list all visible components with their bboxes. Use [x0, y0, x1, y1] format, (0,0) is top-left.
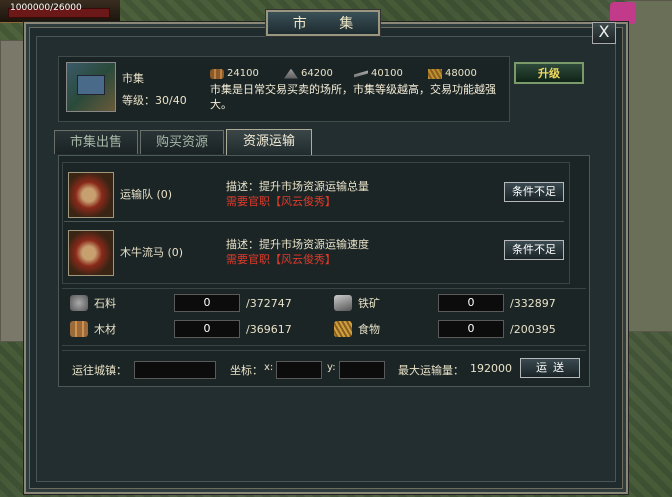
max-transport-value: 192000: [470, 362, 512, 375]
wood-icon: [210, 68, 224, 79]
condition-button[interactable]: 条件不足: [504, 182, 564, 202]
stock-wood: 木材 0 /369617: [70, 319, 292, 339]
destination-city-input[interactable]: [134, 361, 216, 379]
unit-name: 木牛流马 (0): [120, 246, 184, 259]
divider: [64, 221, 564, 222]
food-icon: [334, 321, 352, 337]
tab-buy-resources[interactable]: 购买资源: [140, 130, 224, 154]
stock-label: 石料: [94, 297, 116, 310]
market-description: 市集是日常交易买卖的场所，市集等级越高，交易功能越强大。: [210, 83, 496, 111]
stock-max: /332897: [510, 296, 556, 310]
wooden-ox-icon: [68, 230, 114, 276]
stock-input[interactable]: 0: [174, 320, 240, 338]
y-coordinate-input[interactable]: [339, 361, 385, 379]
y-label: y:: [327, 362, 336, 373]
x-label: x:: [264, 362, 274, 373]
unit-description: 描述：提升市场资源运输总量: [226, 180, 369, 193]
player-status-bar: 1000000/26000: [0, 0, 120, 23]
unit-requirement: 需要官职【风云俊秀】: [226, 253, 336, 266]
hp-text: 1000000/26000: [10, 3, 82, 13]
stock-iron: 铁矿 0 /332897: [334, 293, 556, 313]
iron-icon: [334, 295, 352, 311]
unit-name: 运输队 (0): [120, 188, 173, 201]
resource-stone: 64200: [284, 68, 333, 79]
close-button[interactable]: X: [592, 22, 616, 44]
max-transport-label: 最大运输量：: [398, 364, 464, 377]
destination-label: 运往城镇：: [72, 364, 127, 377]
market-building-icon: [66, 62, 116, 112]
stone-icon: [70, 295, 88, 311]
list-item: 木牛流马 (0) 描述：提升市场资源运输速度 需要官职【风云俊秀】 条件不足: [62, 224, 568, 280]
stock-food: 食物 0 /200395: [334, 319, 556, 339]
stock-label: 木材: [94, 323, 116, 336]
upgrade-button[interactable]: 升级: [514, 62, 584, 84]
tab-resource-transport[interactable]: 资源运输: [226, 129, 312, 155]
window-title: 市 集: [266, 10, 380, 36]
send-button[interactable]: 运送: [520, 358, 580, 378]
stock-input[interactable]: 0: [174, 294, 240, 312]
x-coordinate-input[interactable]: [276, 361, 322, 379]
stock-label: 铁矿: [358, 297, 380, 310]
event-icon[interactable]: [610, 2, 636, 24]
market-level: 等级：30/40: [122, 94, 187, 107]
condition-button[interactable]: 条件不足: [504, 240, 564, 260]
resource-value: 64200: [301, 68, 333, 79]
wood-icon: [70, 321, 88, 337]
stock-label: 食物: [358, 323, 380, 336]
iron-icon: [354, 70, 368, 78]
unit-requirement: 需要官职【风云俊秀】: [226, 195, 336, 208]
coordinate-label: 坐标：: [230, 364, 263, 377]
stone-icon: [284, 68, 298, 79]
caravan-icon: [68, 172, 114, 218]
tab-market-sell[interactable]: 市集出售: [54, 130, 138, 154]
list-item: 运输队 (0) 描述：提升市场资源运输总量 需要官职【风云俊秀】 条件不足: [62, 166, 568, 222]
resource-food: 48000: [428, 68, 477, 79]
unit-description: 描述：提升市场资源运输速度: [226, 238, 369, 251]
stock-max: /369617: [246, 322, 292, 336]
food-icon: [428, 68, 442, 79]
resource-wood: 24100: [210, 68, 259, 79]
stock-max: /200395: [510, 322, 556, 336]
stock-input[interactable]: 0: [438, 294, 504, 312]
resource-value: 40100: [371, 68, 403, 79]
market-name: 市集: [122, 72, 144, 85]
stock-stone: 石料 0 /372747: [70, 293, 292, 313]
stock-input[interactable]: 0: [438, 320, 504, 338]
resource-value: 48000: [445, 68, 477, 79]
city-wall-right: [626, 0, 672, 332]
stock-max: /372747: [246, 296, 292, 310]
resource-iron: 40100: [354, 68, 403, 79]
resource-value: 24100: [227, 68, 259, 79]
